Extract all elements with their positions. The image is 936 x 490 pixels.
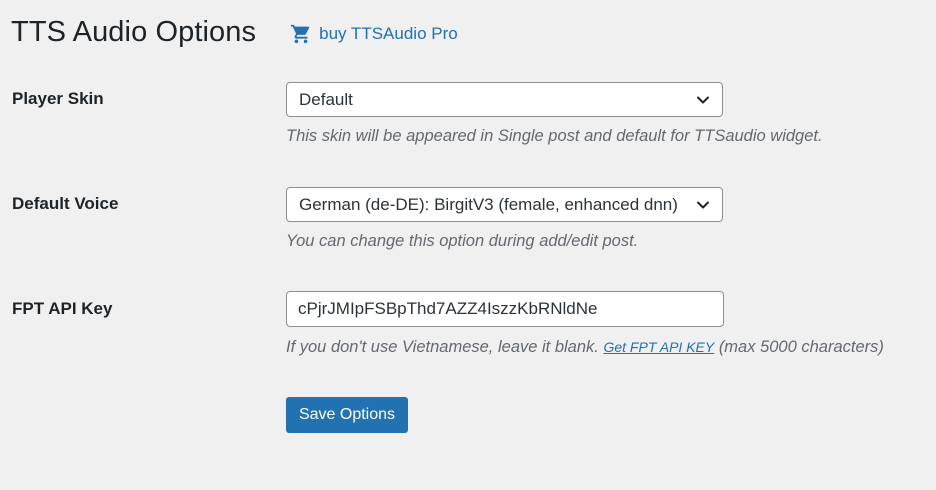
page-title: TTS Audio Options: [11, 16, 257, 48]
fpt-api-key-label: FPT API Key: [12, 299, 113, 318]
default-voice-label: Default Voice: [12, 194, 119, 213]
player-skin-description: This skin will be appeared in Single pos…: [286, 127, 823, 145]
player-skin-label: Player Skin: [12, 89, 104, 108]
fpt-api-key-value: cPjrJMIpFSBpThd7AZZ4IszzKbRNldNe: [298, 299, 598, 318]
default-voice-value: German (de-DE): BirgitV3 (female, enhanc…: [299, 194, 678, 214]
buy-pro-label: buy TTSAudio Pro: [319, 24, 458, 43]
fpt-api-key-description: If you don't use Vietnamese, leave it bl…: [286, 338, 884, 357]
chevron-down-icon: [697, 96, 709, 104]
fpt-api-key-hint: If you don't use Vietnamese, leave it bl…: [286, 338, 599, 356]
default-voice-select[interactable]: German (de-DE): BirgitV3 (female, enhanc…: [286, 187, 723, 222]
fpt-api-key-limit: (max 5000 characters): [718, 338, 884, 356]
buy-pro-link[interactable]: buy TTSAudio Pro: [290, 23, 458, 45]
chevron-down-icon: [697, 201, 709, 209]
player-skin-value: Default: [299, 89, 353, 109]
get-fpt-api-key-link[interactable]: Get FPT API KEY: [603, 339, 714, 355]
player-skin-select[interactable]: Default: [286, 82, 723, 117]
page-header: TTS Audio Options buy TTSAudio Pro: [11, 14, 458, 50]
default-voice-description: You can change this option during add/ed…: [286, 232, 639, 250]
save-options-button[interactable]: Save Options: [286, 397, 408, 433]
cart-icon: [291, 24, 310, 44]
fpt-api-key-input[interactable]: cPjrJMIpFSBpThd7AZZ4IszzKbRNldNe: [286, 291, 724, 327]
